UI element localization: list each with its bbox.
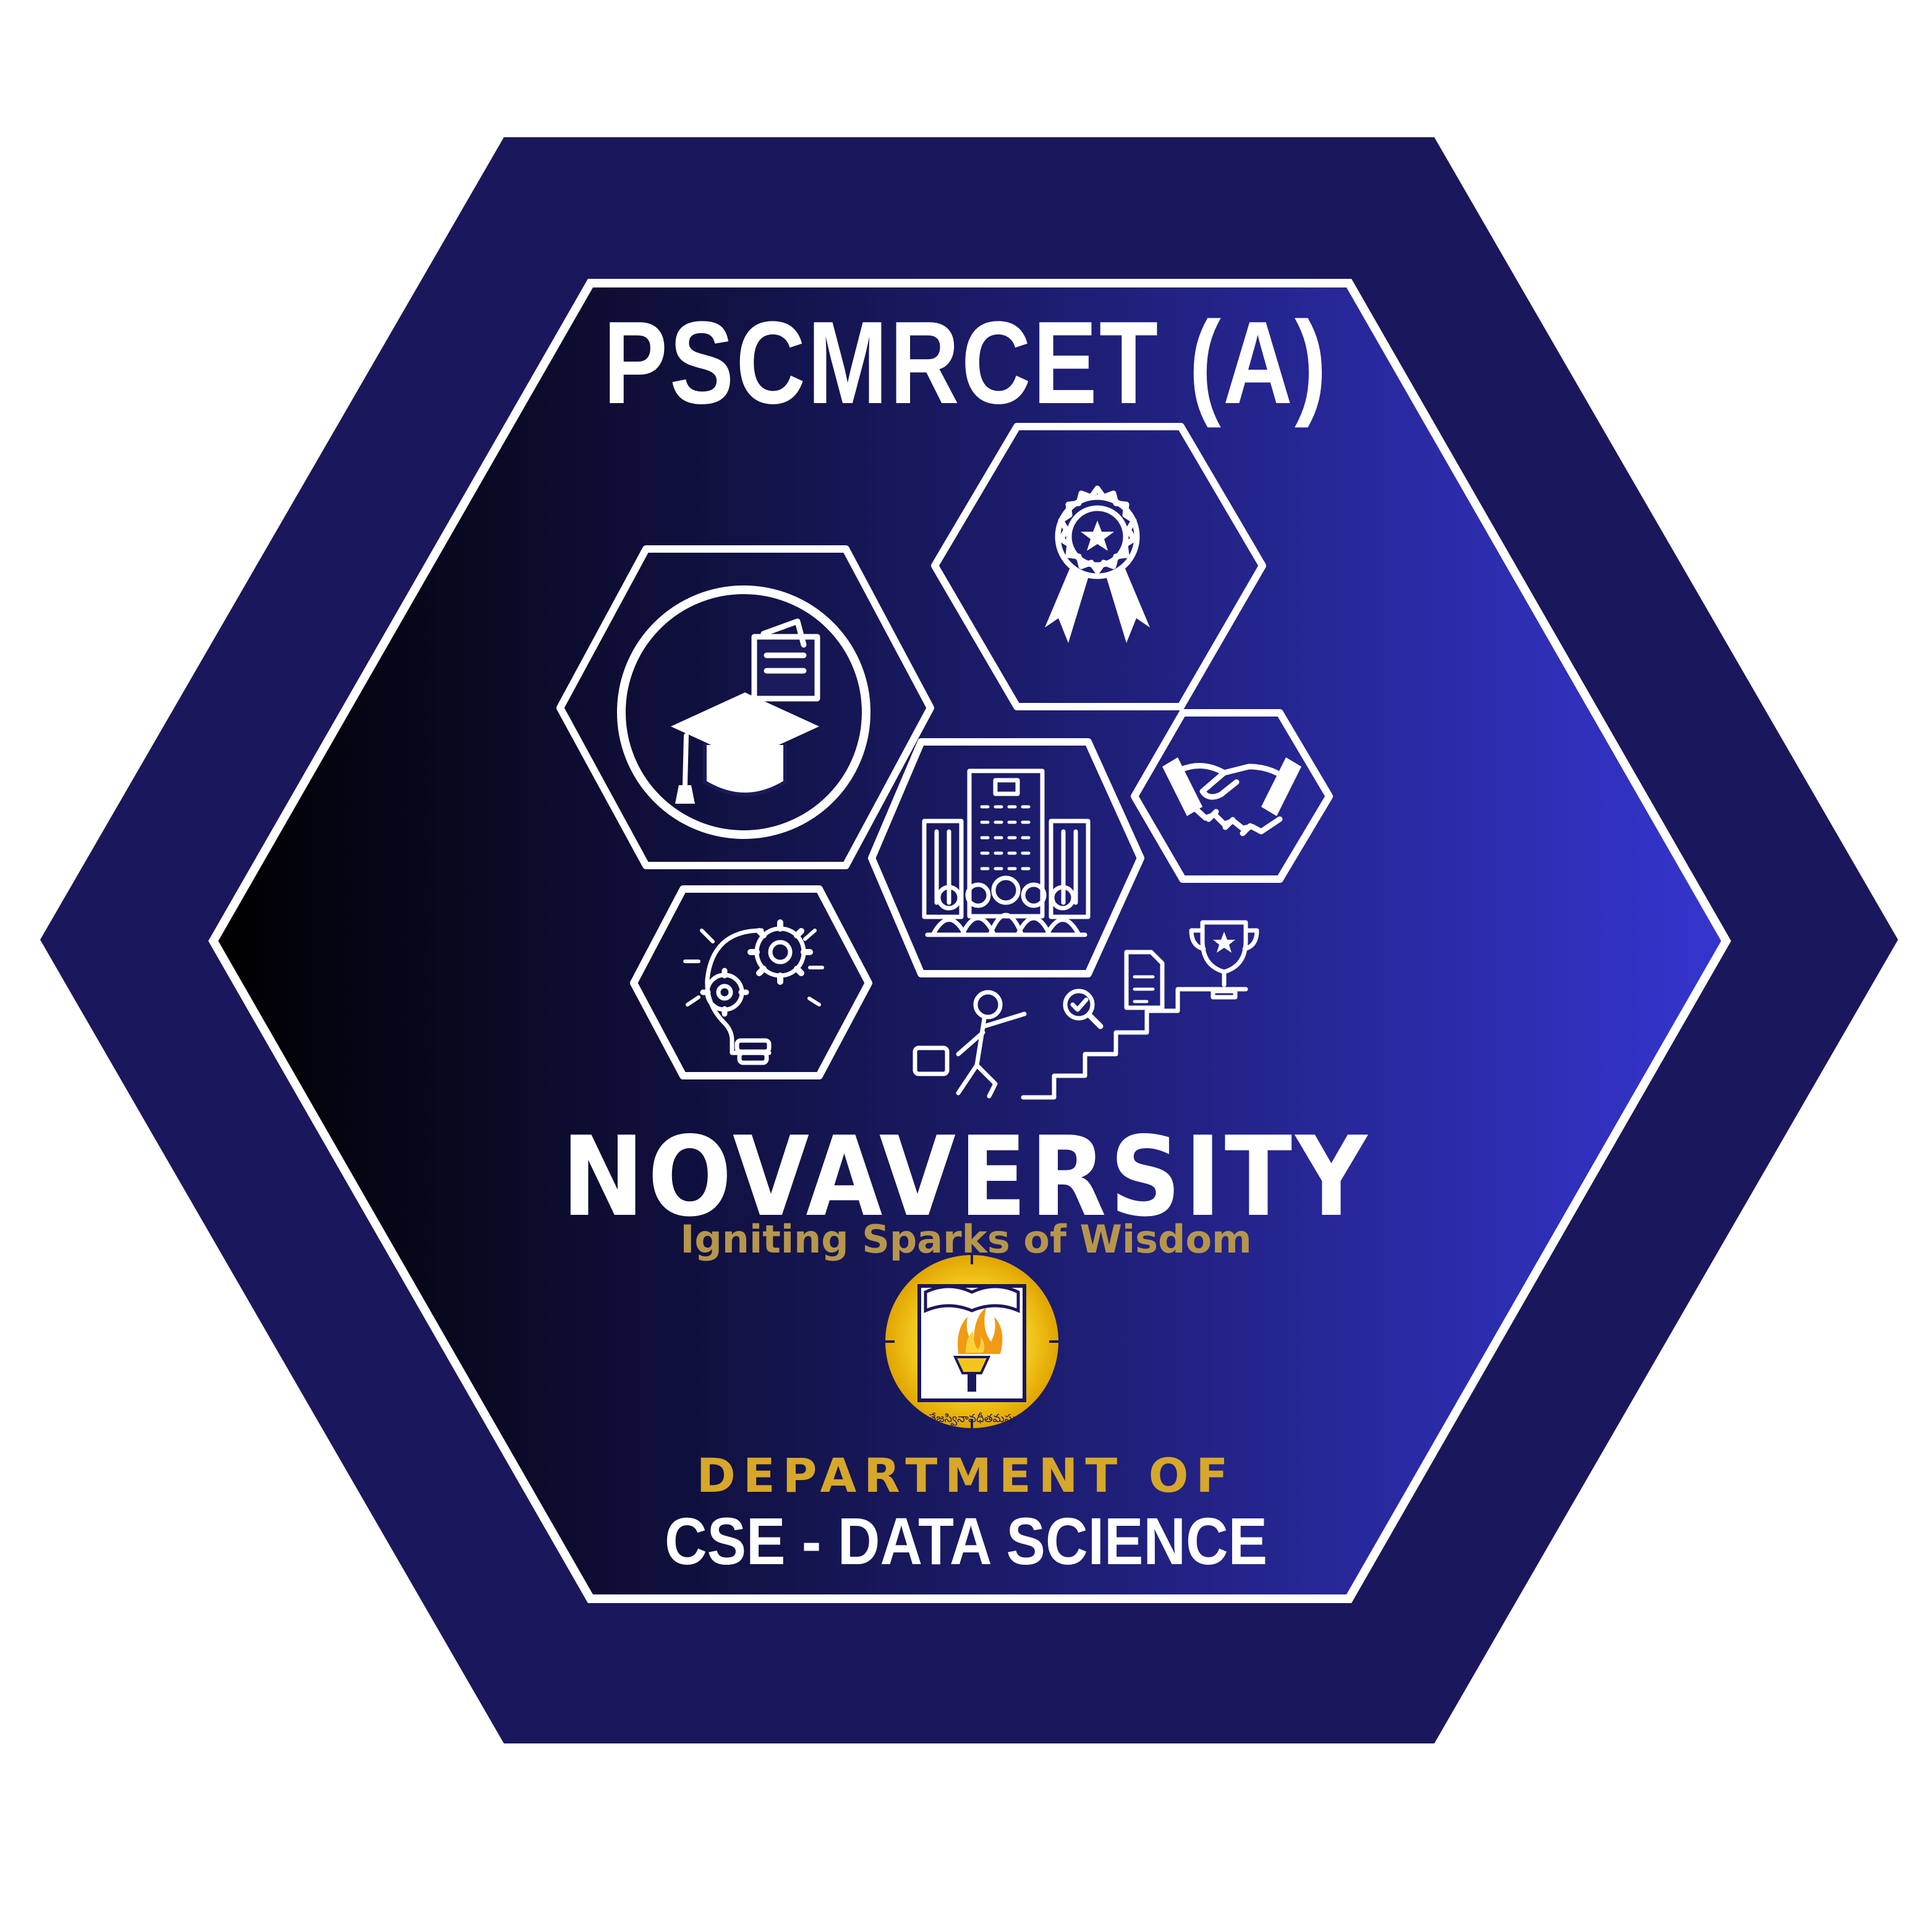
- department-label: DEPARTMENT OF: [696, 1448, 1236, 1503]
- department-name: CSE - DATA SCIENCE: [664, 1504, 1268, 1578]
- emblem-motto: తేజస్వినావధీతమస్తు: [927, 1412, 1016, 1426]
- institution-emblem: తేజస్వినావధీతమస్తు: [885, 1255, 1058, 1428]
- event-tagline: Igniting Sparks of Wisdom: [680, 1217, 1252, 1262]
- badge-artwork: తేజస్వినావధీతమస్తు: [40, 137, 1898, 1743]
- college-name: PSCMRCET (A): [603, 297, 1329, 428]
